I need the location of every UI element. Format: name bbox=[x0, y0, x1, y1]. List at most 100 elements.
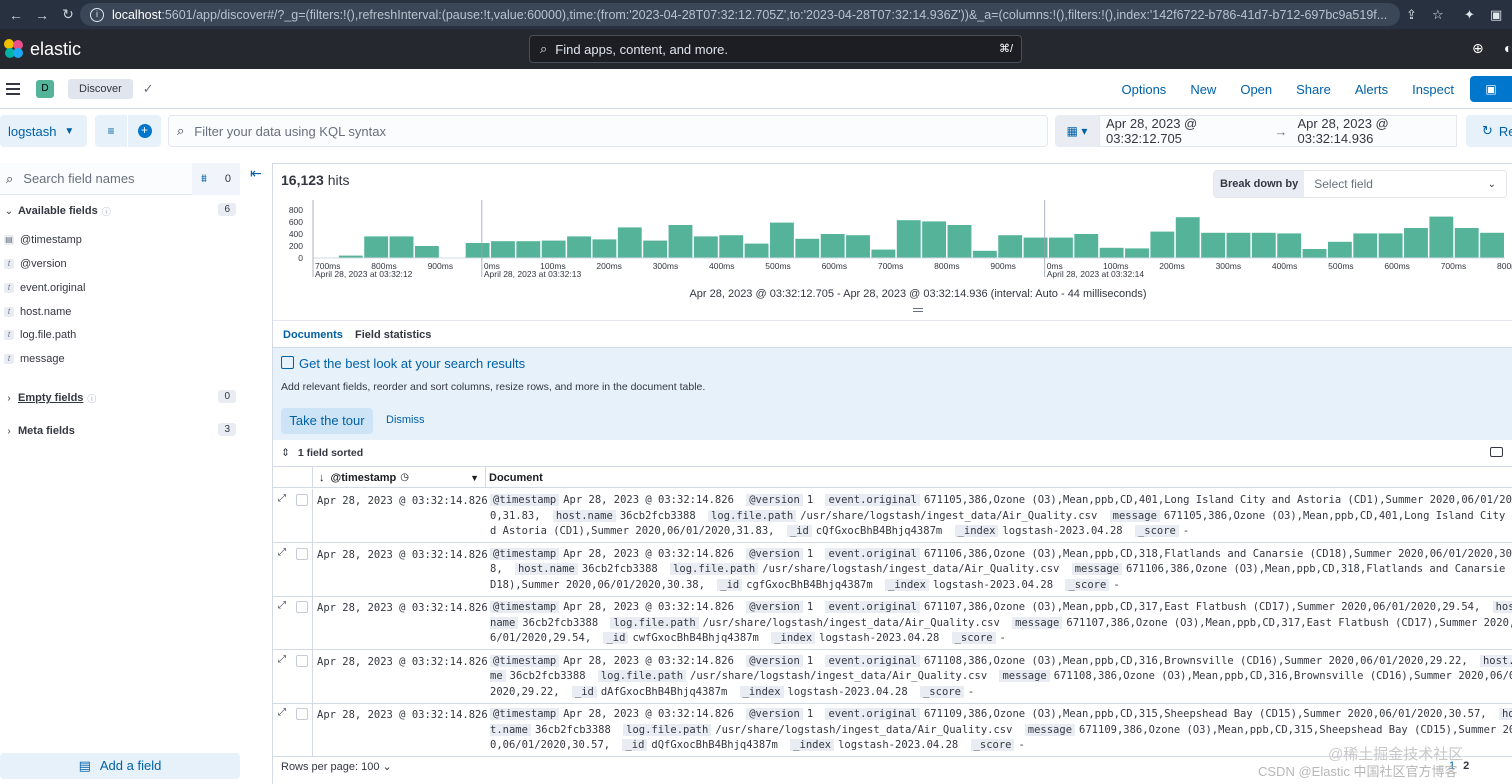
histogram-bar[interactable] bbox=[668, 225, 693, 258]
space-avatar[interactable]: D bbox=[36, 79, 54, 98]
field-item-timestamp[interactable]: ▤ @timestamp bbox=[4, 231, 82, 249]
bookmark-star-icon[interactable]: ☆ bbox=[1432, 7, 1444, 23]
histogram-bar[interactable] bbox=[719, 235, 744, 258]
extensions-icon[interactable]: ✦ bbox=[1464, 7, 1475, 23]
histogram-bar[interactable] bbox=[1226, 232, 1251, 258]
histogram-bar[interactable] bbox=[1099, 247, 1124, 258]
tab-field-statistics[interactable]: Field statistics bbox=[355, 329, 431, 341]
histogram-bar[interactable] bbox=[617, 227, 642, 258]
histogram-bar[interactable] bbox=[1150, 231, 1175, 258]
histogram-bar[interactable] bbox=[795, 238, 820, 258]
open-link[interactable]: Open bbox=[1240, 82, 1272, 97]
table-row[interactable]: ⤢ Apr 28, 2023 @ 03:32:14.826 @timestamp Ap… bbox=[273, 596, 1512, 650]
row-checkbox[interactable] bbox=[296, 547, 308, 560]
row-checkbox[interactable] bbox=[296, 601, 308, 613]
histogram-bar[interactable] bbox=[414, 246, 439, 258]
histogram-bar[interactable] bbox=[1429, 216, 1454, 258]
keyboard-shortcuts-icon[interactable] bbox=[1490, 447, 1503, 457]
row-checkbox[interactable] bbox=[296, 708, 308, 720]
new-link[interactable]: New bbox=[1190, 82, 1216, 97]
histogram-bar[interactable] bbox=[972, 250, 997, 258]
sort-indicator[interactable]: ⇕ 1 field sorted bbox=[281, 447, 371, 459]
expand-icon[interactable]: ⤢ bbox=[278, 707, 286, 718]
rows-per-page-select[interactable]: Rows per page: 100 ⌄ bbox=[281, 760, 392, 773]
meta-fields-toggle[interactable]: › Meta fields 3 bbox=[0, 422, 240, 440]
table-row[interactable]: ⤢ Apr 28, 2023 @ 03:32:14.826 @timestamp Ap… bbox=[273, 649, 1512, 704]
histogram-bar[interactable] bbox=[1353, 233, 1378, 258]
histogram-bar[interactable] bbox=[1277, 233, 1302, 258]
take-tour-button[interactable]: Take the tour bbox=[281, 408, 373, 434]
histogram-bar[interactable] bbox=[1480, 232, 1504, 258]
histogram-bar[interactable] bbox=[922, 221, 947, 258]
date-start[interactable]: Apr 28, 2023 @ 03:32:12.705 bbox=[1106, 116, 1265, 146]
kql-search-input[interactable]: ⌕ Filter your data using KQL syntax bbox=[168, 115, 1048, 147]
histogram-bar[interactable] bbox=[998, 235, 1023, 258]
expand-icon[interactable]: ⤢ bbox=[278, 600, 286, 611]
chevron-down-icon[interactable]: ▼ bbox=[470, 473, 479, 483]
collapse-sidebar-icon[interactable]: ⇤ bbox=[250, 165, 262, 182]
histogram-bar[interactable] bbox=[1302, 249, 1327, 258]
histogram-bar[interactable] bbox=[1074, 234, 1099, 258]
empty-fields-toggle[interactable]: › Empty fields ⓘ 0 bbox=[0, 389, 240, 407]
share-link[interactable]: Share bbox=[1296, 82, 1331, 97]
tab-documents[interactable]: Documents bbox=[281, 329, 345, 350]
histogram-bar[interactable] bbox=[516, 241, 541, 258]
histogram-bar[interactable] bbox=[567, 236, 591, 258]
histogram-chart[interactable]: 0 200 400 600 800 700ms April 28, 2023 at 03:3… bbox=[273, 200, 1512, 284]
menu-icon[interactable] bbox=[6, 80, 20, 98]
breakdown-selector[interactable]: Break down by Select field ⌄ bbox=[1213, 170, 1507, 198]
histogram-bar[interactable] bbox=[1404, 228, 1428, 258]
histogram-bar[interactable] bbox=[491, 241, 515, 258]
save-button[interactable]: ▣ bbox=[1470, 76, 1512, 102]
breadcrumb-discover[interactable]: Discover bbox=[68, 78, 133, 99]
field-item-event-original[interactable]: t event.original bbox=[4, 279, 85, 297]
histogram-bar[interactable] bbox=[465, 243, 490, 258]
dismiss-button[interactable]: Dismiss bbox=[386, 414, 425, 426]
field-item-version[interactable]: t @version bbox=[4, 255, 67, 273]
histogram-bar[interactable] bbox=[1048, 237, 1073, 258]
table-row[interactable]: ⤢ Apr 28, 2023 @ 03:32:14.826 @timestamp Ap… bbox=[273, 703, 1512, 757]
available-fields-toggle[interactable]: ⌄ Available fields ⓘ 6 bbox=[0, 202, 240, 220]
document-column-header[interactable]: Document bbox=[486, 467, 546, 489]
table-row[interactable]: ⤢ Apr 28, 2023 @ 03:32:14.826 @timestamp Ap… bbox=[273, 489, 1512, 543]
histogram-bar[interactable] bbox=[947, 225, 972, 258]
histogram-bar[interactable] bbox=[1125, 248, 1149, 258]
inspect-link[interactable]: Inspect bbox=[1412, 82, 1454, 97]
date-end[interactable]: Apr 28, 2023 @ 03:32:14.936 bbox=[1298, 116, 1457, 146]
back-icon[interactable]: ← bbox=[6, 7, 26, 23]
histogram-bar[interactable] bbox=[541, 240, 566, 258]
expand-icon[interactable]: ⤢ bbox=[278, 654, 286, 665]
add-field-button[interactable]: ▤ Add a field bbox=[0, 753, 240, 779]
sidepanel-icon[interactable]: ▣ bbox=[1490, 7, 1502, 23]
timestamp-column-header[interactable]: ↓ @timestamp ◷ ▼ bbox=[313, 467, 486, 488]
alerts-link[interactable]: Alerts bbox=[1355, 82, 1388, 97]
histogram-bar[interactable] bbox=[592, 239, 617, 258]
elastic-logo[interactable]: elastic bbox=[4, 39, 81, 60]
help-icon[interactable]: ⊕ bbox=[1472, 40, 1484, 57]
field-item-log-file-path[interactable]: t log.file.path bbox=[4, 326, 76, 344]
resize-handle-icon[interactable] bbox=[913, 308, 923, 312]
histogram-bar[interactable] bbox=[693, 236, 718, 258]
table-row[interactable]: ⤢ Apr 28, 2023 @ 03:32:14.826 @timestamp Ap… bbox=[273, 542, 1512, 597]
expand-icon[interactable]: ⤢ bbox=[278, 493, 286, 504]
user-menu-icon[interactable]: ◐ bbox=[1504, 40, 1512, 56]
histogram-bar[interactable] bbox=[1378, 233, 1403, 258]
histogram-bar[interactable] bbox=[846, 235, 870, 258]
histogram-bar[interactable] bbox=[1454, 228, 1479, 258]
histogram-bar[interactable] bbox=[643, 240, 668, 258]
row-checkbox[interactable] bbox=[296, 494, 308, 506]
histogram-bar[interactable] bbox=[820, 234, 845, 258]
histogram-bar[interactable] bbox=[896, 220, 921, 258]
forward-icon[interactable]: → bbox=[32, 7, 52, 23]
histogram-bar[interactable] bbox=[1327, 241, 1352, 258]
global-search-input[interactable]: ⌕ Find apps, content, and more. ⌘/ bbox=[529, 35, 1022, 63]
histogram-bar[interactable] bbox=[364, 236, 389, 258]
field-type-filter[interactable]: ⩩ 0 bbox=[192, 163, 240, 195]
expand-icon[interactable]: ⤢ bbox=[278, 547, 286, 558]
page-2-button[interactable]: 2 bbox=[1463, 760, 1469, 772]
url-bar[interactable]: i localhost:5601/app/discover#/?_g=(filt… bbox=[80, 3, 1400, 26]
field-item-message[interactable]: t message bbox=[4, 350, 65, 368]
histogram-bar[interactable] bbox=[1175, 217, 1200, 258]
histogram-bar[interactable] bbox=[389, 236, 414, 258]
histogram-bar[interactable] bbox=[770, 222, 794, 258]
